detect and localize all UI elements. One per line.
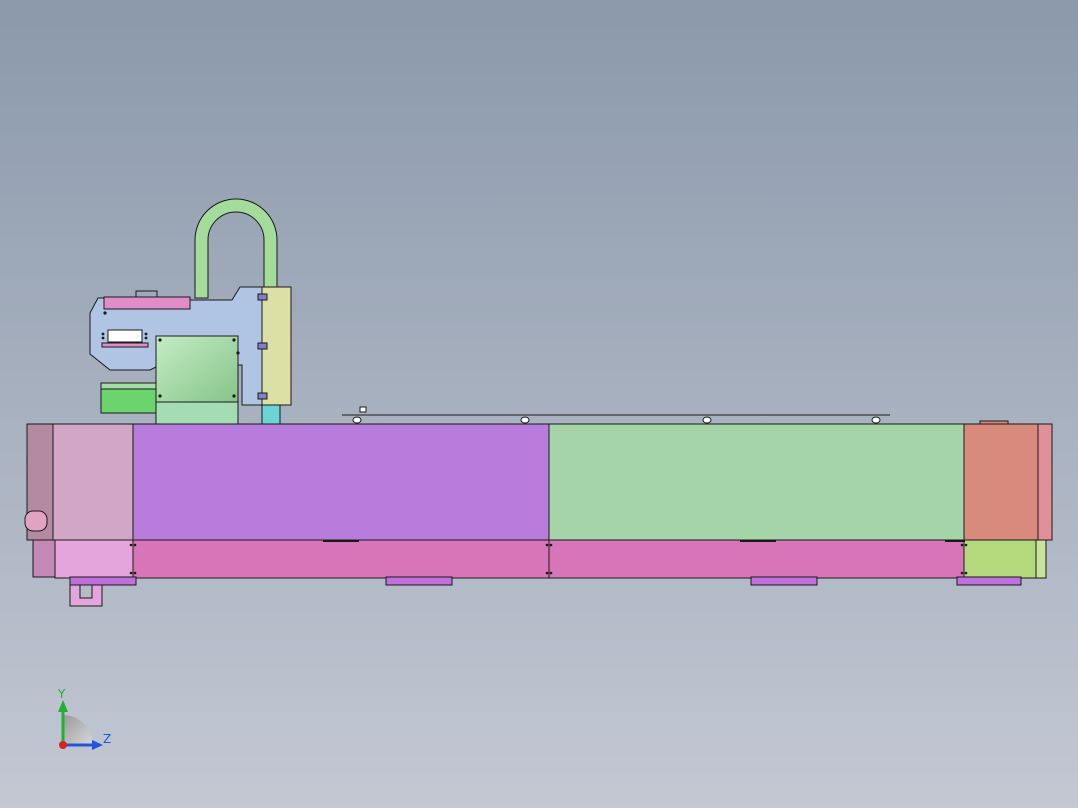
foot[interactable]	[750, 576, 818, 586]
foot[interactable]	[385, 576, 453, 586]
base-pink-right[interactable]	[548, 539, 965, 579]
base-pink-left[interactable]	[132, 539, 550, 579]
panel-latch[interactable]	[257, 392, 268, 400]
bed-green-segment[interactable]	[548, 423, 965, 541]
y-axis-label: Y	[57, 687, 66, 701]
base-light-pink[interactable]	[54, 539, 134, 579]
rail-roller	[520, 416, 530, 424]
foot[interactable]	[69, 576, 137, 586]
rail-roller	[352, 416, 362, 424]
base-lime[interactable]	[963, 539, 1037, 579]
cad-viewport[interactable]: Y Z	[0, 0, 1078, 808]
head-nozzle[interactable]	[261, 404, 281, 425]
panel-latch[interactable]	[257, 293, 268, 301]
head-green-cabinet[interactable]	[155, 335, 239, 403]
panel-latch[interactable]	[257, 342, 268, 350]
rail-roller	[702, 416, 712, 424]
model-view[interactable]: Y Z	[0, 0, 1078, 808]
head-pink-bar	[103, 296, 191, 310]
base-left-end[interactable]	[32, 539, 56, 578]
foot[interactable]	[956, 576, 1022, 586]
head-lower-lip	[100, 382, 158, 390]
z-axis-label: Z	[103, 732, 111, 746]
bed-purple-segment[interactable]	[132, 423, 550, 541]
head-pink-strip	[101, 342, 149, 348]
bed-left-segment[interactable]	[52, 423, 134, 541]
rail-roller	[871, 416, 881, 424]
head-display	[107, 329, 143, 343]
head-cabinet-base	[155, 401, 239, 425]
bed-salmon-segment[interactable]	[963, 423, 1039, 541]
x-axis-dot	[59, 741, 67, 749]
bed-right-end-cap[interactable]	[1037, 423, 1053, 541]
base-lime-end[interactable]	[1035, 539, 1047, 579]
left-end-knob[interactable]	[24, 510, 48, 532]
